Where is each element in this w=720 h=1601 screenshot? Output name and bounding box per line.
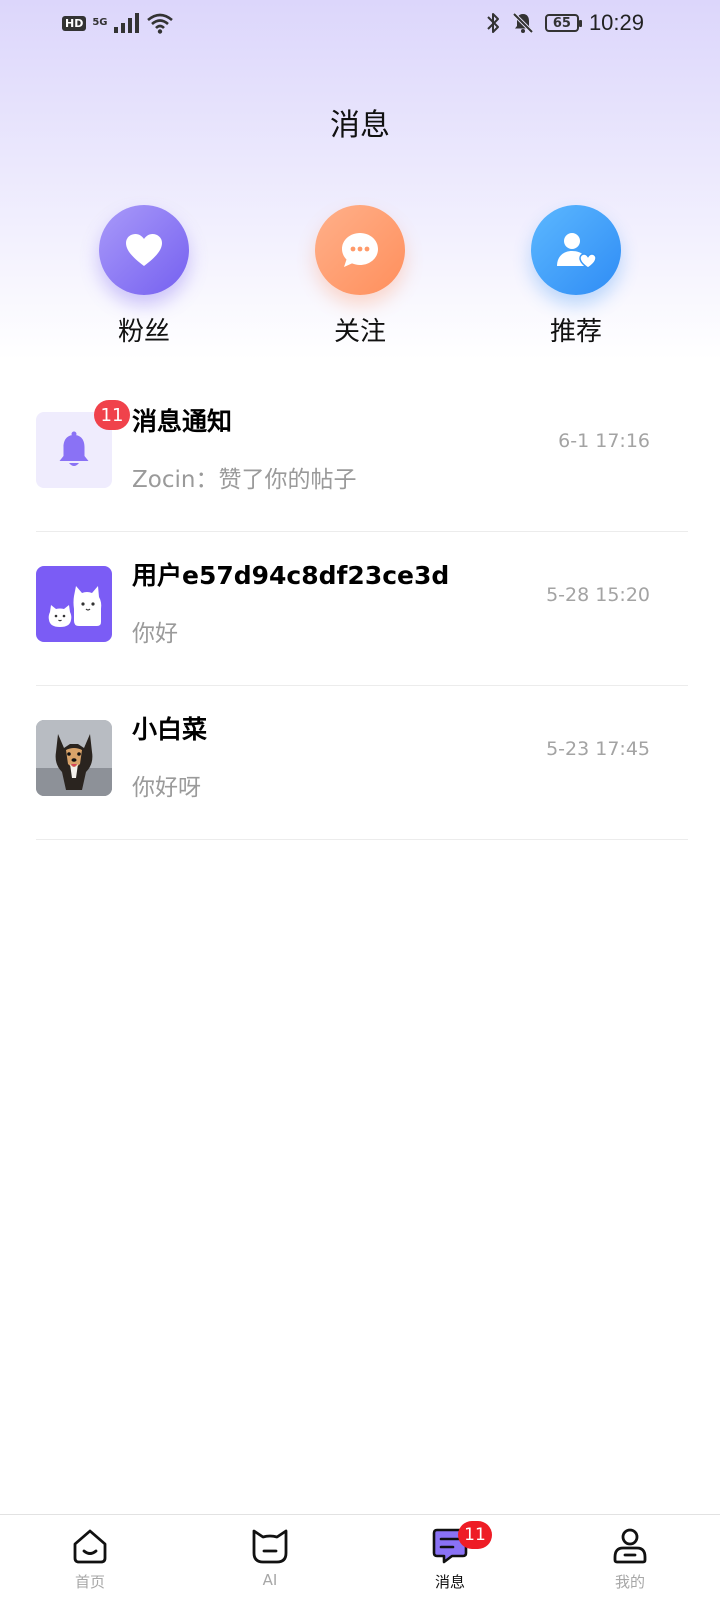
conversation-name: 用户e57d94c8df23ce3d — [132, 561, 450, 590]
signal-icon — [113, 13, 139, 33]
heart-icon — [126, 234, 162, 266]
battery-indicator: 65 — [544, 14, 582, 32]
dog-photo — [36, 720, 112, 796]
tab-profile-label: 我的 — [614, 1573, 645, 1591]
tab-ai-label: AI — [262, 1571, 278, 1589]
dog-photo-avatar — [36, 720, 112, 796]
page-title: 消息 — [330, 108, 390, 143]
hd-indicator: HD — [62, 15, 87, 31]
user-heart-icon — [557, 233, 597, 269]
tab-profile[interactable]: 我的 — [580, 1525, 680, 1592]
tab-home-label: 首页 — [74, 1573, 105, 1591]
cats-avatar — [36, 566, 112, 642]
cat-face-icon — [252, 1529, 288, 1564]
recommend-circle[interactable] — [531, 205, 621, 295]
conversation-list: 11 消息通知 Zocin：赞了你的帖子 6-1 17:16 用户e57d94c… — [36, 378, 688, 840]
conversation-row-notifications[interactable]: 11 消息通知 Zocin：赞了你的帖子 6-1 17:16 — [36, 378, 688, 532]
status-bar: HD 5G 65 10:29 — [0, 0, 720, 48]
clock: 10:29 — [588, 10, 644, 35]
fans-button[interactable]: 粉丝 — [74, 205, 214, 348]
bluetooth-icon — [487, 13, 499, 33]
fans-label: 粉丝 — [117, 317, 170, 347]
follow-circle[interactable] — [315, 205, 405, 295]
follow-button[interactable]: 关注 — [290, 205, 430, 348]
status-left: HD 5G — [62, 12, 174, 34]
tab-messages-badge: 11 — [458, 1521, 492, 1549]
network-type: 5G — [92, 17, 108, 28]
conversation-preview: 你好 — [132, 621, 178, 647]
conversation-time: 5-23 17:45 — [546, 738, 650, 760]
fans-circle[interactable] — [99, 205, 189, 295]
tab-home[interactable]: 首页 — [40, 1525, 140, 1592]
tab-ai[interactable]: AI — [220, 1525, 320, 1589]
conversation-name: 小白菜 — [132, 715, 208, 744]
recommend-button[interactable]: 推荐 — [506, 205, 646, 348]
status-right: 65 10:29 — [485, 10, 644, 36]
conversation-preview: Zocin：赞了你的帖子 — [132, 467, 357, 493]
wifi-icon — [146, 13, 173, 34]
conversation-name: 消息通知 — [132, 407, 233, 436]
conversation-time: 6-1 17:16 — [558, 430, 650, 452]
chat-bubble-icon — [342, 233, 378, 267]
conversation-row-user[interactable]: 用户e57d94c8df23ce3d 你好 5-28 15:20 — [36, 532, 688, 686]
bell-icon — [59, 431, 89, 466]
conversation-row-xiaobaicai[interactable]: 小白菜 你好呀 5-23 17:45 — [36, 686, 688, 840]
bottom-tab-bar: 首页 AI 11 消息 我的 — [0, 1514, 720, 1601]
profile-icon — [613, 1528, 647, 1564]
tab-messages-label: 消息 — [434, 1573, 465, 1591]
cats-illustration — [48, 586, 102, 627]
tab-messages[interactable]: 11 消息 — [400, 1521, 500, 1592]
conversation-time: 5-28 15:20 — [546, 584, 650, 606]
mute-bell-icon — [512, 12, 534, 34]
home-icon — [73, 1529, 107, 1564]
follow-label: 关注 — [333, 317, 386, 347]
conversation-preview: 你好呀 — [132, 775, 201, 801]
unread-badge: 11 — [94, 400, 130, 430]
recommend-label: 推荐 — [549, 317, 602, 347]
